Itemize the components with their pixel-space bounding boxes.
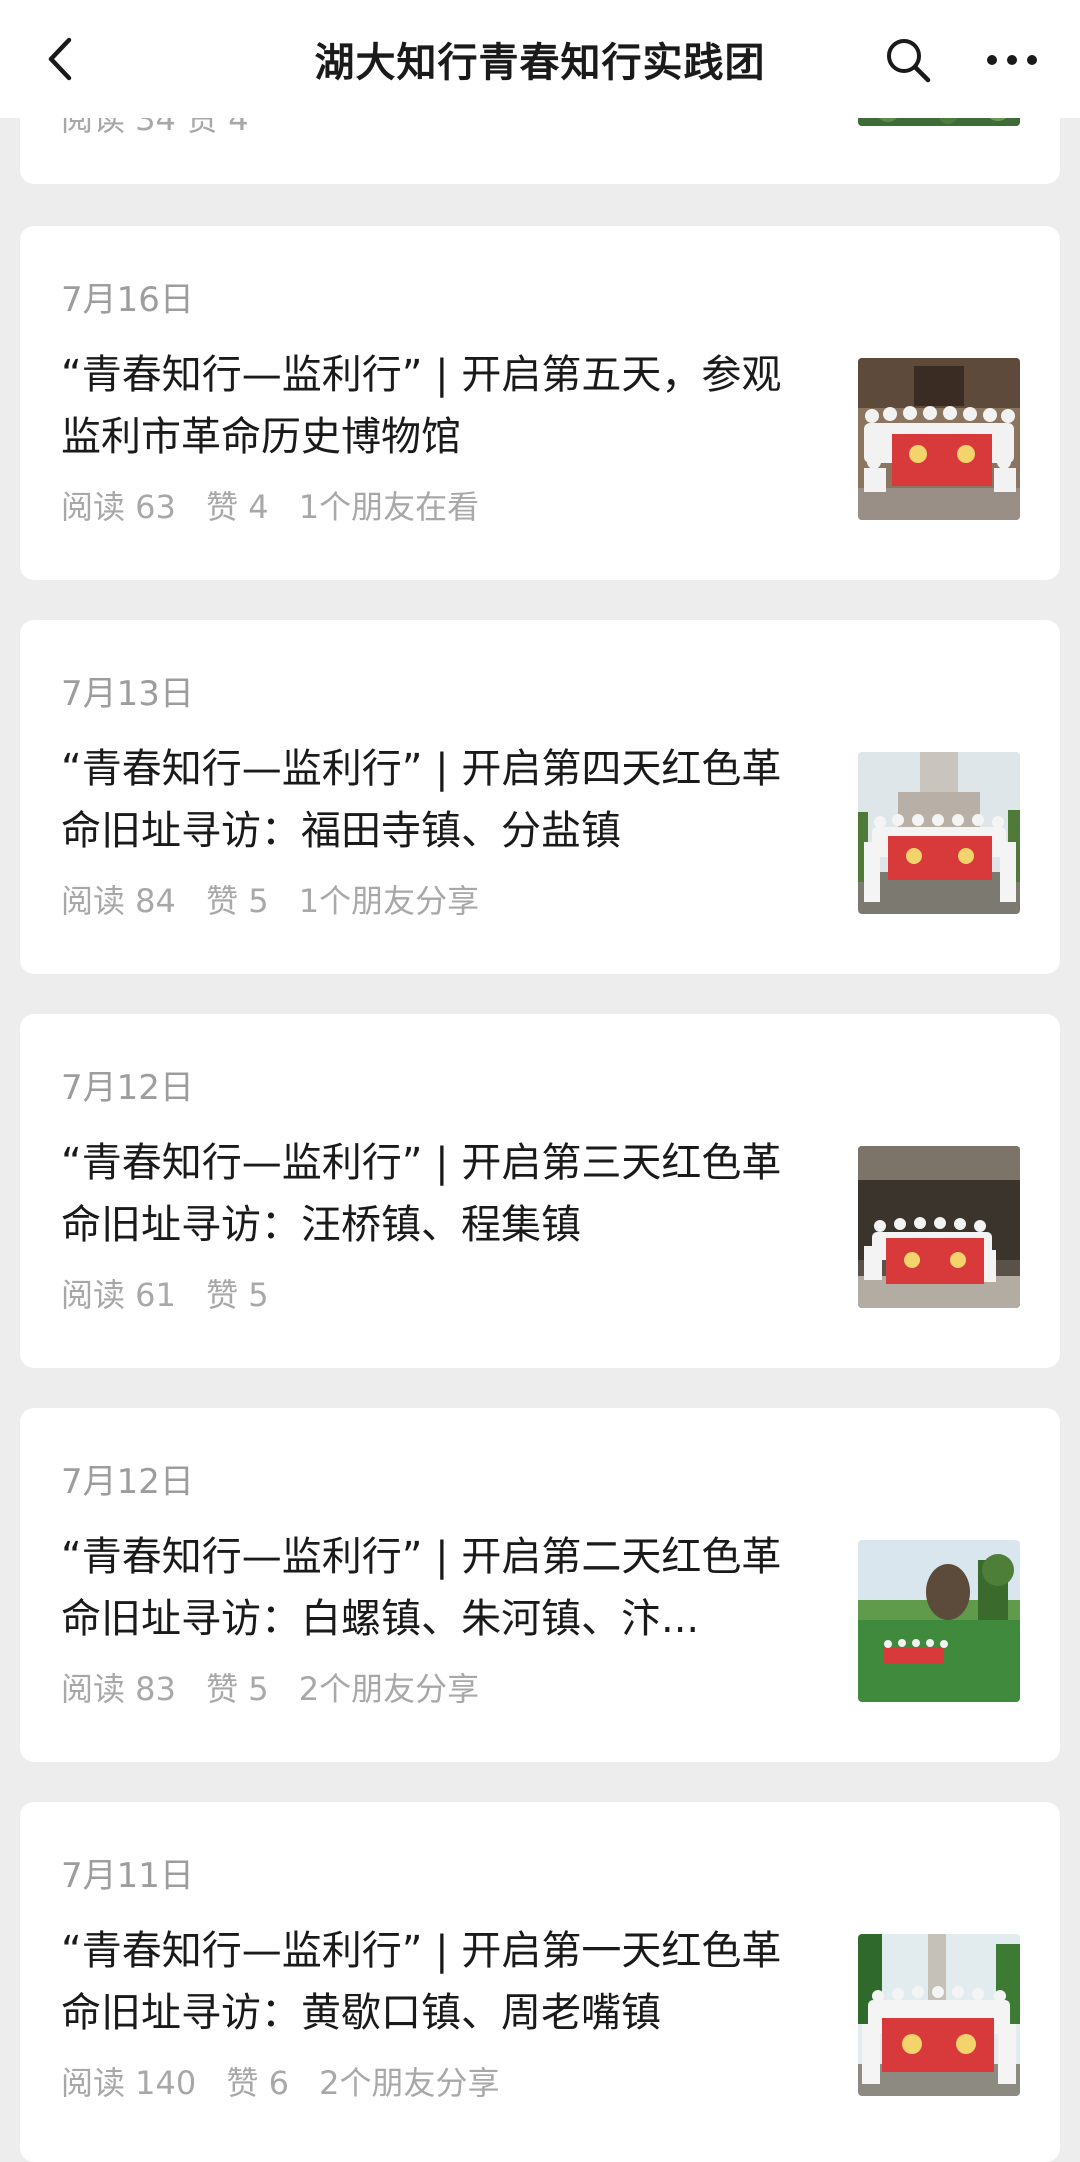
article-date: 7月11日 [61, 1856, 194, 1896]
nav-bar: 湖大知行青春知行实践团 [0, 0, 1080, 118]
article-card[interactable]: 7月12日 “青春知行—监利行” | 开启第三天红色革命旧址寻访：汪桥镇、程集镇… [20, 1014, 1060, 1368]
like-count: 赞 5 [206, 1276, 269, 1314]
article-thumbnail [858, 1540, 1020, 1702]
page-title: 湖大知行青春知行实践团 [314, 40, 766, 86]
like-count: 赞 4 [206, 488, 269, 526]
article-meta: 阅读 84 赞 5 1个朋友分享 [61, 876, 499, 922]
article-title[interactable]: “青春知行—监利行” | 开启第三天红色革命旧址寻访：汪桥镇、程集镇 [61, 1132, 821, 1256]
article-title[interactable]: “青春知行—监利行” | 开启第五天，参观监利市革命历史博物馆 [61, 344, 821, 468]
search-icon [887, 39, 931, 83]
article-card[interactable]: 7月12日 “青春知行—监利行” | 开启第二天红色革命旧址寻访：白螺镇、朱河镇… [20, 1408, 1060, 1762]
like-count: 赞 6 [226, 2064, 289, 2102]
article-meta: 阅读 63 赞 4 1个朋友在看 [61, 482, 499, 528]
friend-activity: 1个朋友分享 [298, 882, 480, 920]
article-meta: 阅读 83 赞 5 2个朋友分享 [61, 1664, 499, 1710]
read-count: 阅读 140 [61, 2064, 197, 2102]
article-title[interactable]: “青春知行—监利行” | 开启第四天红色革命旧址寻访：福田寺镇、分盐镇 [61, 738, 821, 862]
article-date: 7月16日 [61, 280, 194, 320]
back-button[interactable] [38, 34, 82, 84]
article-thumbnail [858, 1146, 1020, 1308]
article-meta: 阅读 61 赞 5 [61, 1270, 309, 1316]
article-date: 7月12日 [61, 1462, 194, 1502]
read-count: 阅读 84 [61, 882, 176, 920]
article-title[interactable]: “青春知行—监利行” | 开启第二天红色革命旧址寻访：白螺镇、朱河镇、汴... [61, 1526, 821, 1650]
article-meta: 阅读 140 赞 6 2个朋友分享 [61, 2058, 520, 2104]
friend-activity: 2个朋友分享 [319, 2064, 500, 2102]
more-dots-icon [987, 55, 1037, 65]
article-card[interactable]: 7月16日 “青春知行—监利行” | 开启第五天，参观监利市革命历史博物馆 阅读… [20, 226, 1060, 580]
article-thumbnail [858, 752, 1020, 914]
read-count: 阅读 63 [61, 488, 176, 526]
article-thumbnail [858, 1934, 1020, 2096]
article-date: 7月13日 [61, 674, 194, 714]
article-card[interactable]: 7月11日 “青春知行—监利行” | 开启第一天红色革命旧址寻访：黄歇口镇、周老… [20, 1802, 1060, 2162]
article-thumbnail [858, 358, 1020, 520]
article-card[interactable]: 7月13日 “青春知行—监利行” | 开启第四天红色革命旧址寻访：福田寺镇、分盐… [20, 620, 1060, 974]
article-date: 7月12日 [61, 1068, 194, 1108]
read-count: 阅读 61 [61, 1276, 176, 1314]
like-count: 赞 5 [206, 1670, 269, 1708]
friend-activity: 2个朋友分享 [298, 1670, 480, 1708]
more-button[interactable] [982, 42, 1042, 78]
read-count: 阅读 83 [61, 1670, 176, 1708]
search-button[interactable] [884, 36, 932, 84]
chevron-left-icon [48, 37, 72, 81]
friend-activity: 1个朋友在看 [298, 488, 480, 526]
article-title[interactable]: “青春知行—监利行” | 开启第一天红色革命旧址寻访：黄歇口镇、周老嘴镇 [61, 1920, 821, 2044]
like-count: 赞 5 [206, 882, 269, 920]
